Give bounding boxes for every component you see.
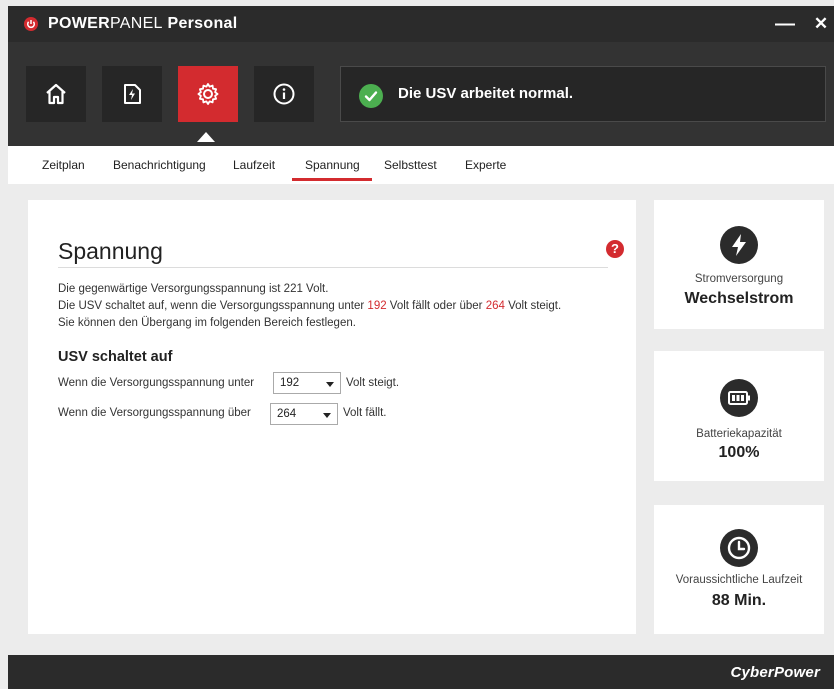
info-icon [273, 83, 295, 105]
voltage-panel: Spannung ? Die gegenwärtige Versorgungss… [28, 200, 636, 634]
range-hint-text: Sie können den Übergang im folgenden Ber… [58, 317, 356, 329]
section-title: USV schaltet auf [58, 349, 173, 365]
high-voltage-label: Wenn die Versorgungsspannung über [58, 407, 251, 419]
page-title: Spannung [58, 238, 163, 264]
check-icon [359, 84, 383, 108]
main-toolbar: Die USV arbeitet normal. [8, 42, 834, 146]
runtime-label: Voraussichtliche Laufzeit [675, 574, 803, 586]
active-tab-indicator [292, 178, 372, 181]
battery-label: Batteriekapazität [696, 428, 782, 440]
power-logo-icon [24, 17, 38, 31]
title-divider [58, 267, 608, 268]
info-button[interactable] [254, 66, 314, 122]
high-voltage-suffix: Volt fällt. [343, 407, 387, 419]
chevron-down-icon [323, 413, 331, 418]
power-file-icon [124, 84, 141, 104]
home-icon [46, 83, 66, 105]
tab-selbsttest[interactable]: Selbsttest [384, 158, 437, 172]
low-voltage-label: Wenn die Versorgungsspannung unter [58, 377, 255, 389]
tab-zeitplan[interactable]: Zeitplan [42, 158, 85, 172]
status-text: Die USV arbeitet normal. [398, 85, 574, 102]
settings-button[interactable] [178, 66, 238, 122]
title-bar: POWERPANEL Personal — ✕ [8, 6, 834, 42]
battery-value: 100% [718, 444, 760, 461]
close-button[interactable]: ✕ [808, 12, 834, 36]
low-threshold-value: 192 [367, 300, 387, 312]
power-source-card: Stromversorgung Wechselstrom [654, 200, 824, 329]
high-voltage-select[interactable]: 264 [270, 403, 338, 425]
tab-benachrichtigung[interactable]: Benachrichtigung [113, 158, 206, 172]
footer-bar: CyberPower [8, 655, 834, 689]
help-icon[interactable]: ? [606, 240, 624, 258]
active-nav-pointer [197, 132, 215, 142]
low-voltage-suffix: Volt steigt. [346, 377, 400, 389]
power-status-button[interactable] [102, 66, 162, 122]
power-source-value: Wechselstrom [684, 290, 794, 307]
gear-icon [197, 83, 219, 105]
tab-laufzeit[interactable]: Laufzeit [233, 158, 275, 172]
battery-icon [720, 379, 758, 417]
current-voltage-text: Die gegenwärtige Versorgungsspannung ist… [58, 283, 329, 295]
high-voltage-value: 264 [277, 408, 297, 420]
settings-tabs: Zeitplan Benachrichtigung Laufzeit Spann… [8, 146, 834, 184]
minimize-button[interactable]: — [772, 12, 798, 36]
lightning-icon [720, 226, 758, 264]
status-banner: Die USV arbeitet normal. [340, 66, 826, 122]
app-window: POWERPANEL Personal — ✕ Die USV arbeitet… [8, 6, 834, 689]
app-title: POWERPANEL Personal [48, 15, 238, 32]
runtime-value: 88 Min. [711, 592, 767, 609]
low-voltage-value: 192 [280, 377, 300, 389]
tab-spannung[interactable]: Spannung [305, 158, 360, 172]
low-voltage-select[interactable]: 192 [273, 372, 341, 394]
runtime-card: Voraussichtliche Laufzeit 88 Min. [654, 505, 824, 634]
transfer-description: Die USV schaltet auf, wenn die Versorgun… [58, 300, 562, 312]
clock-icon [720, 529, 758, 567]
home-button[interactable] [26, 66, 86, 122]
power-source-label: Stromversorgung [694, 273, 784, 285]
battery-card: Batteriekapazität 100% [654, 351, 824, 481]
chevron-down-icon [326, 382, 334, 387]
high-threshold-value: 264 [485, 300, 505, 312]
brand-logo: CyberPower [730, 664, 820, 681]
tab-experte[interactable]: Experte [465, 158, 506, 172]
